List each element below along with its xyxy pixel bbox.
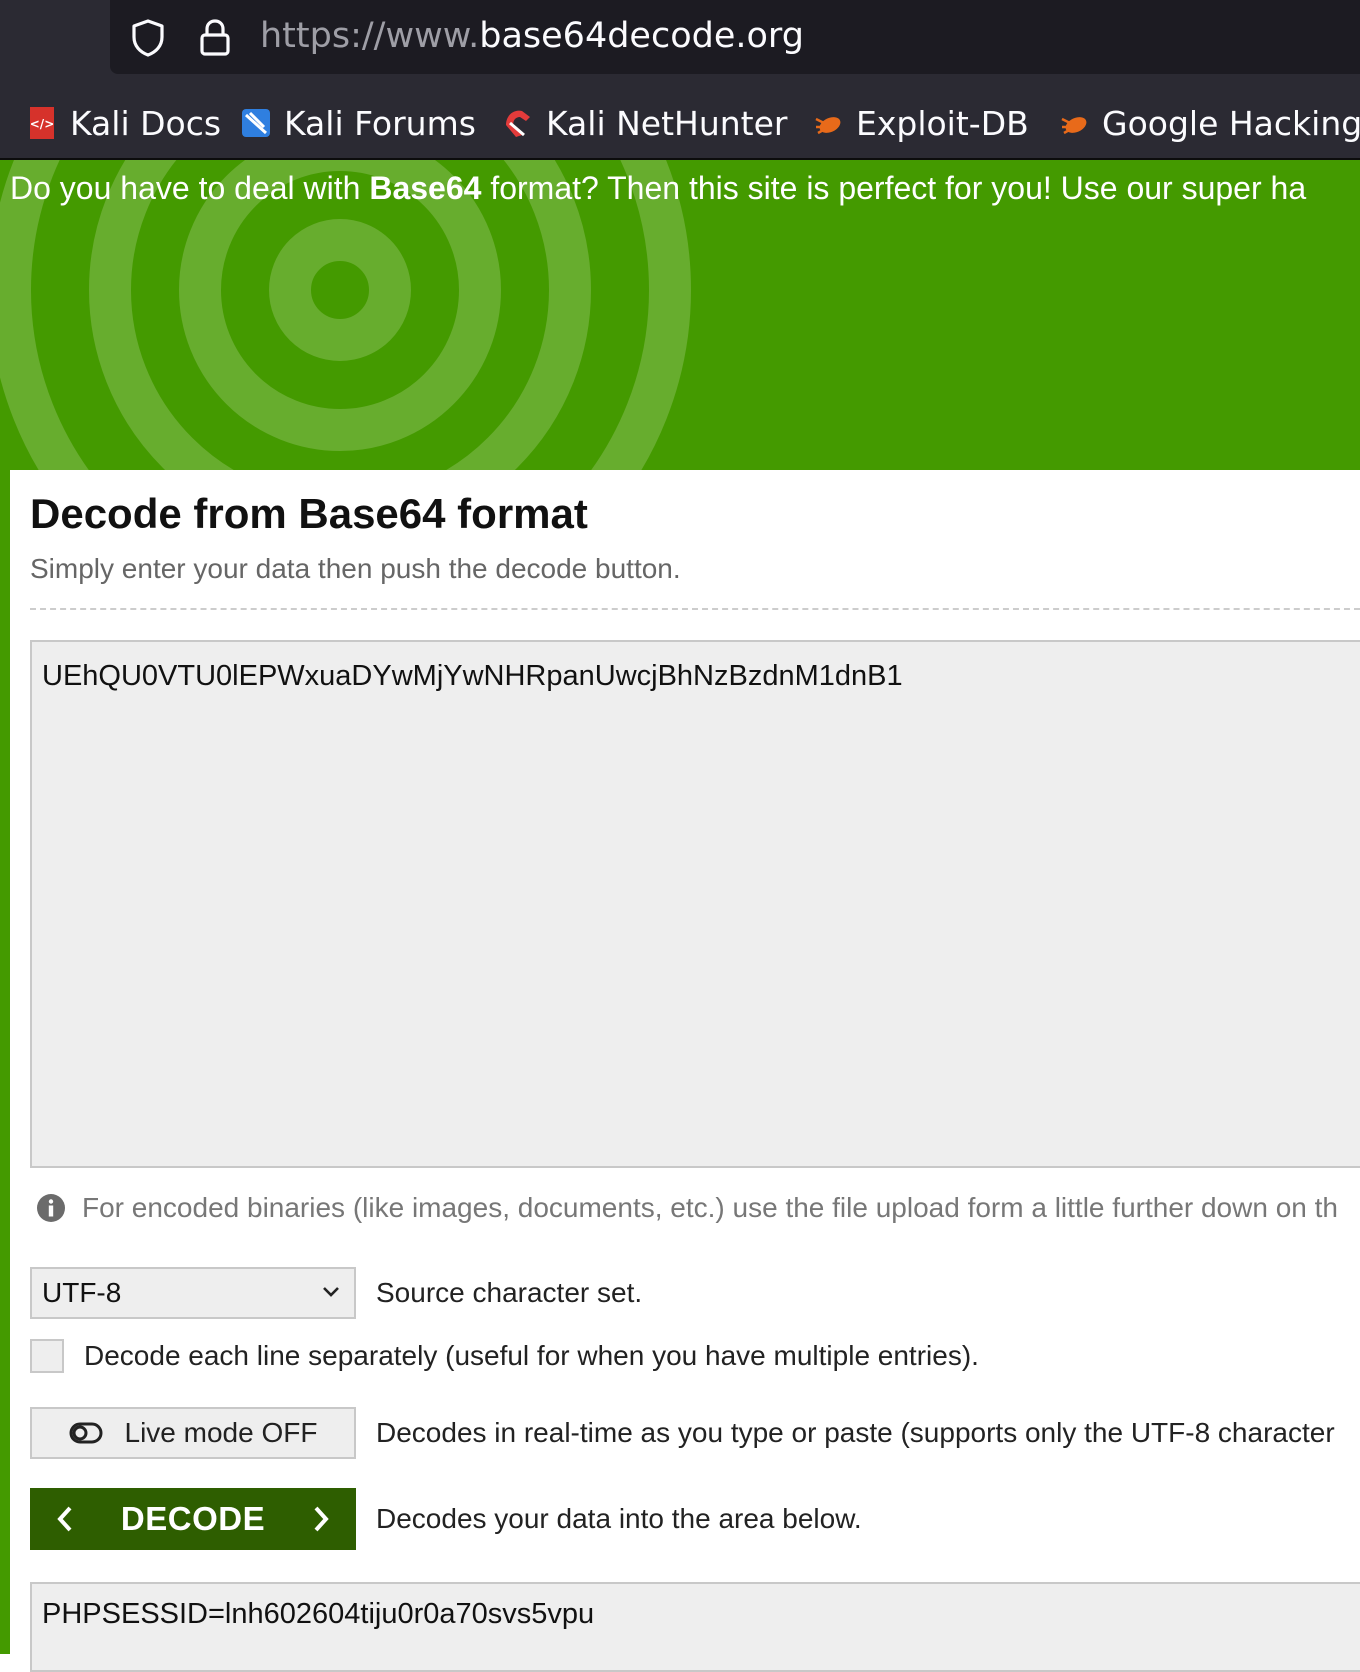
bookmark-label: Exploit-DB bbox=[856, 103, 1029, 143]
decode-each-line-label[interactable]: Decode each line separately (useful for … bbox=[84, 1340, 979, 1372]
intro-text-part: format? Then this site is perfect for yo… bbox=[481, 170, 1307, 206]
bookmark-exploit-db[interactable]: Exploit-DB bbox=[810, 102, 1029, 144]
kali-forums-icon bbox=[242, 109, 270, 137]
chevron-right-icon bbox=[314, 1506, 329, 1532]
page-subtitle: Simply enter your data then push the dec… bbox=[30, 553, 681, 584]
chevron-left-icon bbox=[57, 1506, 72, 1532]
info-icon bbox=[37, 1194, 65, 1222]
live-mode-description: Decodes in real-time as you type or past… bbox=[376, 1417, 1335, 1448]
bookmark-kali-forums[interactable]: Kali Forums bbox=[238, 102, 476, 144]
lock-icon[interactable] bbox=[198, 18, 232, 63]
decode-description: Decodes your data into the area below. bbox=[376, 1503, 862, 1534]
intro-text-part: Do you have to deal with bbox=[10, 170, 370, 206]
live-mode-label: Live mode OFF bbox=[124, 1417, 318, 1448]
site-header: Do you have to deal with Base64 format? … bbox=[0, 160, 1360, 470]
bookmark-label: Kali Docs bbox=[70, 103, 222, 143]
page-side-stripe bbox=[0, 470, 10, 1654]
shield-icon[interactable] bbox=[130, 18, 166, 63]
decode-button-label: DECODE bbox=[120, 1500, 266, 1537]
charset-selected-value: UTF-8 bbox=[42, 1277, 122, 1308]
bookmark-google-hacking[interactable]: Google Hacking bbox=[1056, 102, 1360, 144]
bookmark-kali-nethunter[interactable]: Kali NetHunter bbox=[500, 102, 788, 144]
decode-each-line-checkbox[interactable] bbox=[30, 1339, 64, 1373]
bookmark-kali-docs[interactable]: </> Kali Docs bbox=[24, 102, 221, 144]
decode-panel: Decode from Base64 format Simply enter y… bbox=[10, 470, 1360, 1672]
chevron-down-icon bbox=[323, 1287, 339, 1297]
bookmarks-toolbar: </> Kali Docs Kali Forums Kali NetHunter… bbox=[0, 84, 1360, 160]
live-mode-row: Live mode OFF Decodes in real-time as yo… bbox=[30, 1407, 1335, 1459]
base64-input-textarea[interactable]: UEhQU0VTU0lEPWxuaDYwMjYwNHRpanUwcjBhNzBz… bbox=[30, 640, 1360, 1168]
bookmark-label: Kali Forums bbox=[284, 103, 476, 143]
file-upload-hint: For encoded binaries (like images, docum… bbox=[36, 1192, 1338, 1224]
decode-each-line-row: Decode each line separately (useful for … bbox=[30, 1339, 979, 1373]
live-mode-toggle-button[interactable]: Live mode OFF bbox=[30, 1407, 356, 1459]
bookmark-label: Google Hacking bbox=[1102, 103, 1360, 143]
decoded-output-textarea[interactable]: PHPSESSID=lnh602604tiju0r0a70svs5vpu bbox=[30, 1582, 1360, 1672]
page-title: Decode from Base64 format bbox=[30, 490, 588, 537]
address-bar[interactable]: https://www.base64decode.org bbox=[110, 0, 1360, 74]
browser-toolbar: https://www.base64decode.org bbox=[0, 0, 1360, 84]
exploit-db-icon bbox=[815, 117, 841, 135]
header-intro-text: Do you have to deal with Base64 format? … bbox=[10, 170, 1306, 207]
exploit-db-icon bbox=[1061, 117, 1087, 135]
bookmark-label: Kali NetHunter bbox=[546, 103, 788, 143]
toggle-off-icon bbox=[69, 1422, 103, 1444]
decode-button[interactable]: DECODE bbox=[30, 1488, 356, 1550]
divider bbox=[30, 608, 1360, 610]
url-prefix: https://www. bbox=[260, 16, 480, 56]
charset-row: UTF-8 Source character set. bbox=[30, 1267, 642, 1319]
charset-select[interactable]: UTF-8 bbox=[30, 1267, 356, 1319]
url-text[interactable]: https://www.base64decode.org bbox=[260, 16, 804, 56]
hint-text: For encoded binaries (like images, docum… bbox=[82, 1192, 1338, 1223]
decode-row: DECODE Decodes your data into the area b… bbox=[30, 1488, 862, 1550]
charset-label: Source character set. bbox=[376, 1277, 643, 1308]
svg-text:</>: </> bbox=[30, 117, 55, 131]
kali-nethunter-icon bbox=[506, 110, 530, 137]
kali-docs-icon: </> bbox=[30, 107, 55, 139]
url-domain: base64decode.org bbox=[479, 16, 804, 56]
intro-text-bold: Base64 bbox=[369, 170, 482, 206]
